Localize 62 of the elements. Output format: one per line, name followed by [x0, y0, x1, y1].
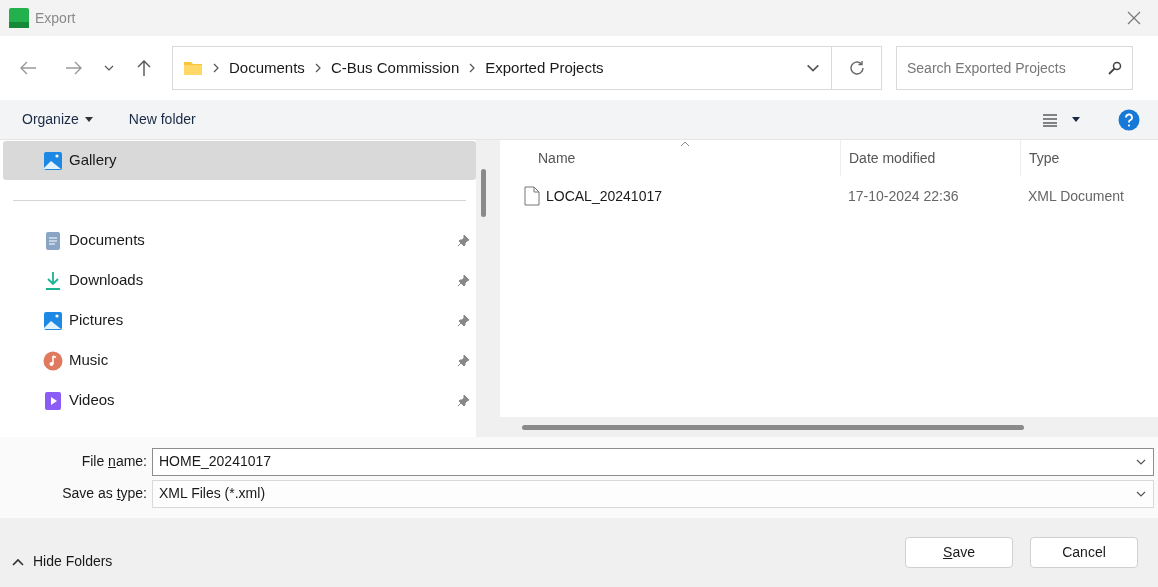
dropdown-triangle-icon: [84, 117, 93, 122]
picture-icon: [43, 310, 63, 331]
folder-icon: [183, 60, 203, 76]
hide-folders-button[interactable]: Hide Folders: [12, 551, 113, 572]
filename-input[interactable]: HOME_20241017: [159, 451, 1135, 472]
sidebar-item[interactable]: Documents: [3, 221, 476, 260]
chevron-right-icon: [469, 63, 476, 73]
breadcrumb-item[interactable]: Documents: [229, 56, 305, 80]
file-type: XML Document: [1027, 186, 1124, 206]
cancel-button[interactable]: Cancel: [1030, 537, 1138, 568]
close-icon: [1127, 11, 1141, 25]
horizontal-scrollbar[interactable]: [500, 417, 1158, 437]
chevron-up-icon: [12, 557, 24, 566]
breadcrumb-item[interactable]: Exported Projects: [485, 56, 604, 80]
file-date: 17-10-2024 22:36: [847, 186, 960, 206]
sidebar-item[interactable]: Pictures: [3, 301, 476, 340]
search-icon: [1108, 61, 1122, 75]
chevron-right-icon: [213, 63, 219, 73]
forward-arrow-icon: [65, 61, 83, 75]
field-label: File name:: [80, 452, 148, 471]
app-icon: [9, 8, 29, 28]
vertical-scrollbar[interactable]: [476, 140, 500, 437]
back-arrow-icon: [19, 61, 37, 75]
list-view-icon: [1042, 112, 1058, 127]
sidebar-label: Gallery: [69, 150, 117, 171]
type-dropdown[interactable]: XML Files (*.xml): [152, 479, 1154, 508]
file-icon: [524, 186, 540, 206]
help-icon[interactable]: [1118, 108, 1140, 131]
sidebar-item[interactable]: Downloads: [3, 261, 476, 300]
sort-caret-icon: [680, 141, 690, 147]
music-note-icon: [43, 350, 63, 371]
column-header[interactable]: Name: [500, 140, 840, 176]
sidebar-label: Music: [69, 350, 109, 371]
file-name: LOCAL_20241017: [546, 186, 662, 206]
sidebar-item[interactable]: Gallery: [3, 141, 476, 180]
search-input[interactable]: Search Exported Projects: [907, 57, 1108, 79]
chevron-right-icon: [314, 63, 321, 73]
download-icon: [44, 270, 62, 291]
sidebar-item[interactable]: Videos: [3, 381, 476, 420]
refresh-icon[interactable]: [847, 59, 866, 77]
new-folder-button[interactable]: New folder: [118, 104, 206, 135]
filename-field[interactable]: HOME_20241017: [152, 447, 1154, 476]
dropdown-triangle-icon: [1072, 117, 1080, 122]
document-icon: [45, 230, 61, 251]
file-row[interactable]: LOCAL_20241017 17-10-2024 22:36 XML Document: [500, 176, 1158, 216]
field-label: Save as type:: [61, 484, 148, 503]
up-arrow-icon: [136, 59, 152, 77]
sidebar-label: Downloads: [69, 270, 144, 291]
column-header[interactable]: Date modified: [840, 140, 1020, 176]
window-title: Export: [35, 8, 76, 28]
sidebar-label: Videos: [69, 390, 115, 411]
video-icon: [44, 390, 62, 411]
sidebar-item[interactable]: Music: [3, 341, 476, 380]
organize-button[interactable]: Organize: [12, 104, 103, 135]
column-header[interactable]: Type: [1020, 140, 1158, 176]
sidebar-label: Pictures: [69, 310, 124, 331]
search-field[interactable]: Search Exported Projects: [896, 46, 1133, 90]
breadcrumb-item[interactable]: C-Bus Commission: [330, 56, 460, 80]
address-bar[interactable]: Documents C-Bus Commission Exported Projects: [172, 46, 882, 90]
save-button[interactable]: Save: [905, 537, 1013, 568]
sidebar-label: Documents: [69, 230, 145, 251]
picture-icon: [43, 150, 63, 171]
